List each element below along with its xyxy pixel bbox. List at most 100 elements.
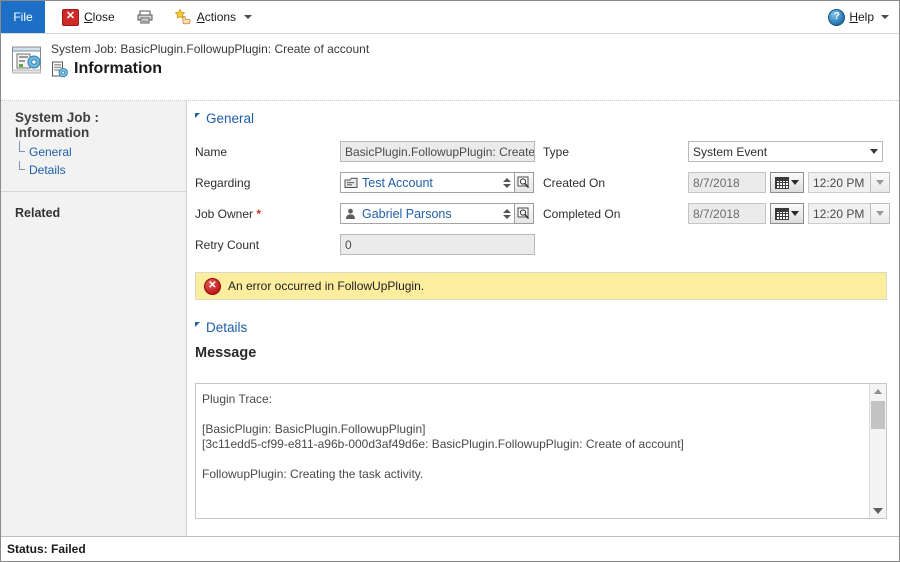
page-title: Information [74, 59, 162, 79]
general-fields-left: Name BasicPlugin.FollowupPlugin: Create … [195, 136, 535, 260]
scrollbar-track[interactable] [870, 399, 886, 503]
chevron-down-icon [876, 211, 884, 216]
name-input[interactable]: BasicPlugin.FollowupPlugin: Create of a [340, 141, 535, 162]
field-created-on: Created On 8/7/2018 12:20 PM [543, 167, 890, 198]
scrollbar-thumb[interactable] [871, 401, 885, 429]
status-badge: Status: Failed [7, 542, 86, 556]
job-owner-lookup-button[interactable] [514, 203, 534, 224]
completed-on-time-input[interactable]: 12:20 PM [808, 203, 870, 224]
job-owner-lookup-input[interactable]: Gabriel Parsons [340, 203, 515, 224]
regarding-spinner[interactable] [501, 173, 512, 192]
message-label: Message [193, 345, 889, 361]
form-area: General Name BasicPlugin.FollowupPlugin:… [187, 101, 899, 536]
error-icon: ✕ [204, 278, 221, 295]
sidebar-item-details-label: Details [29, 163, 66, 177]
help-button[interactable]: ? Help [828, 1, 889, 33]
scroll-down-button[interactable] [870, 503, 886, 518]
general-section-header[interactable]: General [193, 111, 889, 126]
system-job-icon [11, 44, 45, 78]
field-job-owner-label: Job Owner * [195, 207, 340, 221]
command-bar: File ✕ Close [1, 1, 899, 34]
sidebar-item-details[interactable]: Details [17, 161, 186, 179]
message-text: Plugin Trace: [BasicPlugin: BasicPlugin.… [196, 384, 869, 518]
chevron-down-icon [876, 180, 884, 185]
left-navigation: System Job : Information General Details… [1, 101, 187, 536]
completed-on-time-dropdown-button[interactable] [870, 203, 890, 224]
general-section-title: General [206, 111, 254, 126]
general-fields: Name BasicPlugin.FollowupPlugin: Create … [193, 136, 889, 260]
related-section-label: Related [1, 192, 186, 220]
job-owner-value: Gabriel Parsons [362, 207, 501, 221]
chevron-up-icon [503, 178, 511, 182]
field-completed-on: Completed On 8/7/2018 12:20 PM [543, 198, 890, 229]
page-header: System Job: BasicPlugin.FollowupPlugin: … [1, 34, 899, 101]
help-chevron-down-icon [881, 15, 889, 19]
triangle-down-icon [873, 508, 883, 514]
field-completed-on-label: Completed On [543, 207, 688, 221]
file-tab-label: File [13, 10, 32, 24]
field-created-on-label: Created On [543, 176, 688, 190]
chevron-down-icon [503, 215, 511, 219]
message-scrollbar[interactable] [869, 384, 886, 518]
field-retry-count-label: Retry Count [195, 238, 340, 252]
help-button-label: Help [849, 10, 874, 24]
body: System Job : Information General Details… [1, 101, 899, 536]
field-regarding-label: Regarding [195, 176, 340, 190]
job-owner-label-text: Job Owner [195, 207, 253, 221]
type-select[interactable]: System Event [688, 141, 883, 162]
information-record-icon [51, 61, 68, 78]
chevron-down-icon [791, 180, 799, 185]
nav-tree: General Details [1, 143, 186, 179]
tree-elbow-icon [17, 161, 29, 179]
chevron-down-icon [791, 211, 799, 216]
created-on-time-dropdown-button[interactable] [870, 172, 890, 193]
page-title-row: Information [51, 59, 369, 79]
type-select-value: System Event [693, 145, 767, 159]
actions-icon [175, 9, 192, 25]
retry-count-input[interactable]: 0 [340, 234, 535, 255]
required-asterisk: * [256, 207, 261, 221]
details-section-title: Details [206, 320, 247, 335]
field-type: Type System Event [543, 136, 890, 167]
field-type-label: Type [543, 145, 688, 159]
message-textarea[interactable]: Plugin Trace: [BasicPlugin: BasicPlugin.… [195, 383, 887, 519]
field-job-owner: Job Owner * Gabriel Parsons [195, 198, 535, 229]
help-icon: ? [828, 9, 845, 26]
calendar-icon [775, 177, 789, 189]
created-on-time-input[interactable]: 12:20 PM [808, 172, 870, 193]
user-icon [344, 208, 358, 220]
scroll-up-button[interactable] [870, 384, 886, 399]
details-section-header[interactable]: Details [193, 320, 889, 335]
chevron-down-icon [503, 184, 511, 188]
created-on-calendar-button[interactable] [770, 172, 804, 193]
created-on-date-input[interactable]: 8/7/2018 [688, 172, 766, 193]
completed-on-date-input[interactable]: 8/7/2018 [688, 203, 766, 224]
system-job-window: File ✕ Close [0, 0, 900, 562]
nav-heading: System Job : Information [1, 110, 186, 143]
status-bar: Status: Failed [1, 536, 899, 561]
file-tab[interactable]: File [1, 1, 45, 33]
actions-button[interactable]: Actions [172, 7, 255, 27]
regarding-lookup-input[interactable]: Test Account [340, 172, 515, 193]
chevron-down-icon [244, 15, 252, 19]
page-header-text: System Job: BasicPlugin.FollowupPlugin: … [51, 42, 369, 79]
account-icon [344, 177, 358, 189]
collapse-triangle-icon [195, 113, 200, 123]
sidebar-item-general[interactable]: General [17, 143, 186, 161]
created-on-datetime: 8/7/2018 12:20 PM [688, 172, 890, 193]
regarding-lookup-button[interactable] [514, 172, 534, 193]
search-icon [517, 207, 531, 221]
sidebar-item-general-label: General [29, 145, 72, 159]
close-button-label: Close [84, 10, 115, 24]
actions-button-label: Actions [197, 10, 236, 24]
completed-on-calendar-button[interactable] [770, 203, 804, 224]
field-regarding: Regarding Test Account [195, 167, 535, 198]
close-button[interactable]: ✕ Close [59, 7, 118, 28]
breadcrumb: System Job: BasicPlugin.FollowupPlugin: … [51, 42, 369, 57]
error-notification-text: An error occurred in FollowUpPlugin. [228, 279, 424, 293]
command-group: ✕ Close [45, 1, 255, 33]
field-retry-count: Retry Count 0 [195, 229, 535, 260]
print-button[interactable] [134, 8, 156, 26]
completed-on-datetime: 8/7/2018 12:20 PM [688, 203, 890, 224]
job-owner-spinner[interactable] [501, 204, 512, 223]
